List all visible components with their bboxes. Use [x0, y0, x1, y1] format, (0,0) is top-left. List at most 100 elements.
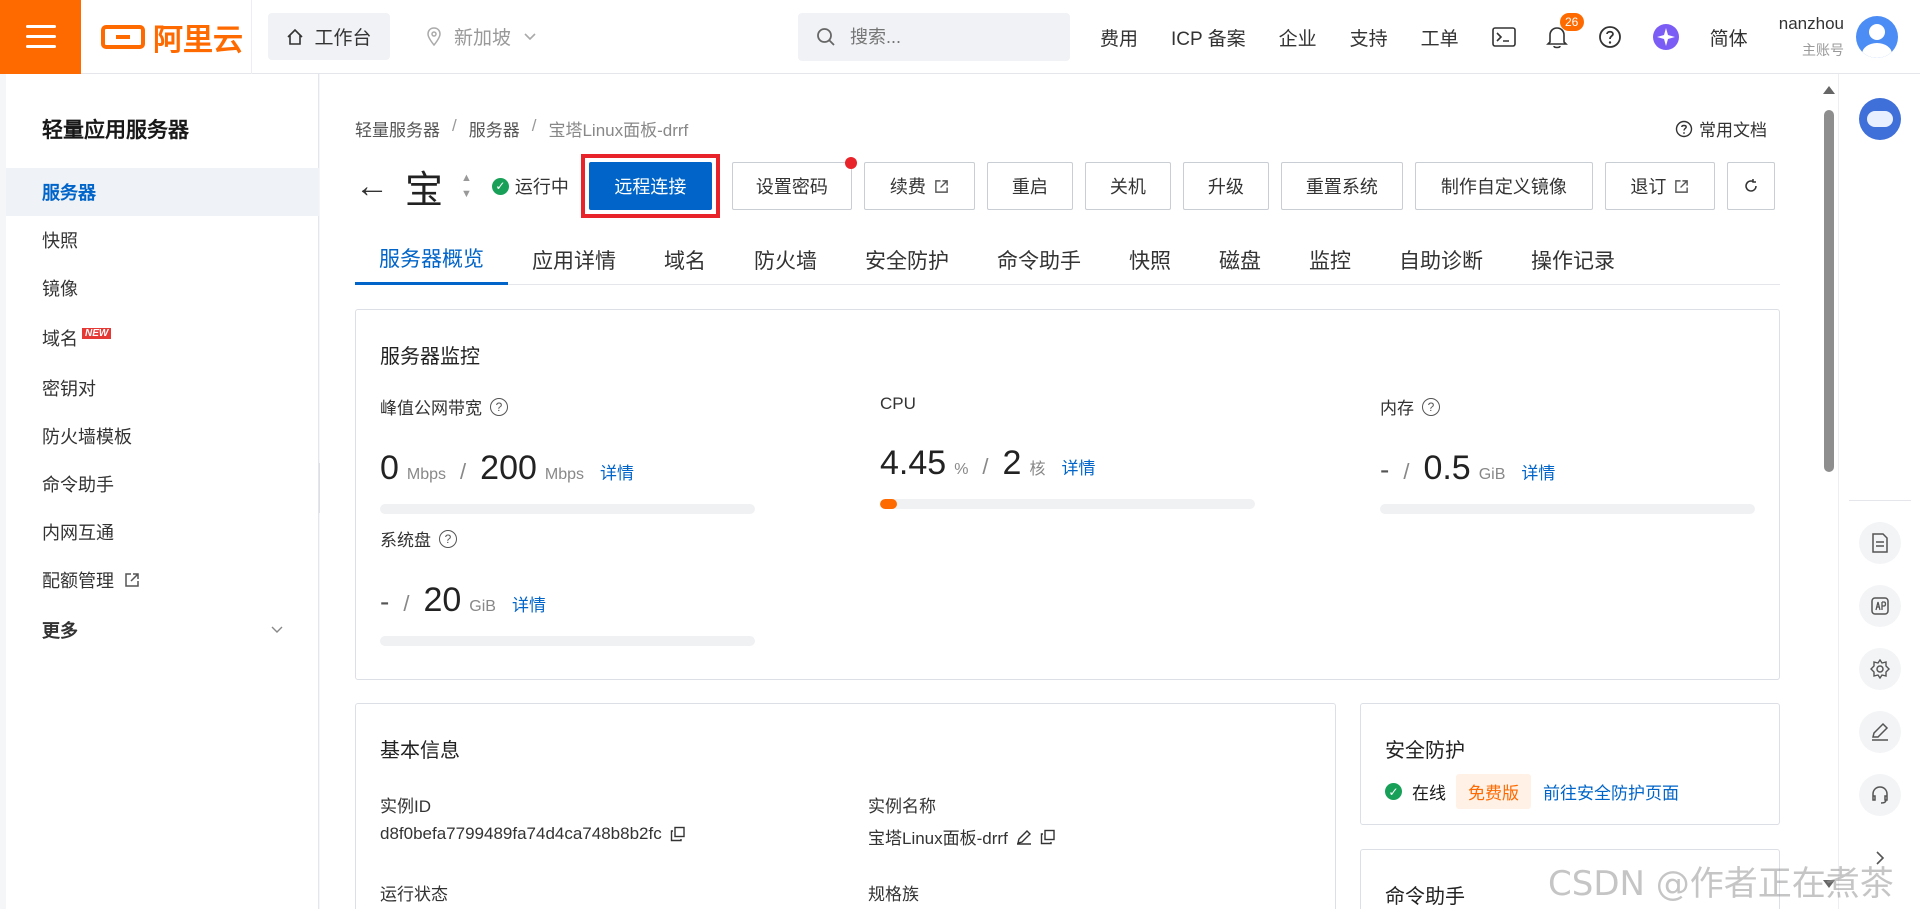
workbench-button[interactable]: 工作台 [268, 13, 390, 60]
breadcrumb-current: 宝塔Linux面板-drrf [548, 121, 689, 140]
help-button[interactable] [1598, 25, 1622, 49]
tab-app-details[interactable]: 应用详情 [508, 234, 640, 285]
chevron-down-icon[interactable]: ▼ [461, 188, 472, 200]
tab-operation-log[interactable]: 操作记录 [1507, 234, 1639, 285]
memory-details-link[interactable]: 详情 [1521, 459, 1555, 484]
reset-system-button[interactable]: 重置系统 [1280, 162, 1403, 210]
hamburger-menu-button[interactable] [0, 0, 81, 74]
headset-icon[interactable] [1859, 774, 1901, 816]
region-selector[interactable]: 新加坡 [426, 23, 537, 50]
sidebar-title: 轻量应用服务器 [42, 119, 189, 142]
sidebar-item-label: 内网互通 [42, 523, 114, 543]
main-content: 轻量服务器 / 服务器 / 宝塔Linux面板-drrf 常用文档 ← 宝 ▲ … [320, 74, 1820, 909]
status-text: 运行中 [514, 177, 569, 197]
tab-disks[interactable]: 磁盘 [1195, 234, 1285, 285]
tab-snapshots[interactable]: 快照 [1105, 234, 1195, 285]
instance-id-text: d8f0befa7799489fa74d4ca748b8b2fc [380, 824, 662, 843]
sidebar-item-quota[interactable]: 配额管理 [6, 556, 319, 604]
docs-link[interactable]: 常用文档 [1675, 116, 1767, 141]
disk-total-unit: GiB [469, 598, 496, 615]
chevron-down-icon [271, 626, 283, 633]
chevron-up-icon[interactable]: ▲ [461, 172, 472, 184]
tab-security[interactable]: 安全防护 [841, 234, 973, 285]
security-card: 安全防护 ✓ 在线 免费版 前往安全防护页面 [1360, 703, 1780, 825]
nav-support[interactable]: 支持 [1350, 24, 1388, 51]
tab-monitoring[interactable]: 监控 [1285, 234, 1375, 285]
sidebar-more[interactable]: 更多 [6, 606, 319, 654]
tab-overview[interactable]: 服务器概览 [355, 234, 508, 285]
help-circle-icon[interactable]: ? [439, 529, 457, 548]
tab-self-diagnosis[interactable]: 自助诊断 [1375, 234, 1507, 285]
gear-icon[interactable] [1859, 648, 1901, 690]
sidebar-item-keypairs[interactable]: 密钥对 [6, 364, 319, 412]
tab-domains[interactable]: 域名 [640, 234, 730, 285]
create-custom-image-button[interactable]: 制作自定义镜像 [1414, 162, 1593, 210]
sidebar-item-firewall-templates[interactable]: 防火墙模板 [6, 412, 319, 460]
set-password-button[interactable]: 设置密码 [731, 157, 857, 210]
refresh-icon [1745, 179, 1757, 192]
sidebar-item-intranet[interactable]: 内网互通 [6, 508, 319, 556]
avatar[interactable] [1856, 16, 1898, 58]
scroll-up-arrow[interactable] [1823, 86, 1835, 94]
nav-ticket[interactable]: 工单 [1421, 24, 1459, 51]
nav-enterprise[interactable]: 企业 [1279, 24, 1317, 51]
user-account[interactable]: nanzhou 主账号 [1770, 14, 1844, 60]
slash-separator: / [1403, 459, 1410, 484]
shutdown-button[interactable]: 关机 [1084, 162, 1171, 210]
security-status: 在线 [1412, 784, 1446, 803]
disk-details-link[interactable]: 详情 [512, 591, 546, 616]
document-icon[interactable] [1859, 522, 1901, 564]
help-circle-icon[interactable]: ? [490, 397, 508, 416]
ai-robot-assistant-icon[interactable] [1859, 98, 1901, 140]
divider [251, 0, 252, 74]
terminal-button[interactable] [1491, 27, 1516, 47]
notification-count-badge: 26 [1559, 13, 1584, 31]
instance-name-value: 宝塔Linux面板-drrf [868, 824, 1056, 849]
refresh-button[interactable] [1726, 162, 1775, 210]
remote-connect-button[interactable]: 远程连接 [588, 162, 712, 210]
refund-button[interactable]: 退订 [1604, 162, 1715, 210]
sidebar-item-snapshots[interactable]: 快照 [6, 216, 319, 264]
sidebar-more-label: 更多 [42, 621, 78, 641]
nav-fees[interactable]: 费用 [1100, 24, 1138, 51]
cpu-details-link[interactable]: 详情 [1061, 454, 1095, 479]
edit-icon[interactable] [1016, 829, 1032, 845]
sidebar-item-label: 命令助手 [42, 475, 114, 495]
scrollbar-thumb[interactable] [1824, 110, 1834, 472]
copy-icon[interactable] [670, 826, 686, 842]
language-switch[interactable]: 简体 [1710, 24, 1748, 51]
user-role: 主账号 [1802, 42, 1844, 58]
page-scrollbar[interactable] [1820, 74, 1838, 909]
instance-switcher[interactable]: ▲ ▼ [461, 172, 472, 200]
bandwidth-used-unit: Mbps [406, 466, 447, 483]
help-circle-icon[interactable]: ? [1422, 397, 1440, 416]
notification-button[interactable]: 26 [1545, 13, 1584, 49]
upgrade-button[interactable]: 升级 [1182, 162, 1269, 210]
location-pin-icon [427, 26, 441, 46]
back-arrow-icon[interactable]: ← [355, 167, 389, 206]
aliyun-logo[interactable]: 阿里云 [101, 15, 251, 59]
terminal-icon [1491, 27, 1516, 47]
sidebar-item-images[interactable]: 镜像 [6, 264, 319, 312]
ai-assistant-button[interactable] [1652, 23, 1680, 51]
tab-command-helper[interactable]: 命令助手 [973, 234, 1105, 285]
copy-icon[interactable] [1040, 829, 1056, 845]
sidebar-item-label: 配额管理 [42, 571, 114, 591]
security-page-link[interactable]: 前往安全防护页面 [1543, 779, 1679, 804]
breadcrumb-lightweight[interactable]: 轻量服务器 [355, 116, 440, 141]
search-input[interactable] [850, 26, 1050, 48]
breadcrumb-servers[interactable]: 服务器 [469, 116, 520, 141]
pen-icon[interactable] [1859, 711, 1901, 753]
sidebar-item-command-helper[interactable]: 命令助手 [6, 460, 319, 508]
renew-button[interactable]: 续费 [863, 162, 975, 210]
sidebar-item-servers[interactable]: 服务器 [6, 168, 319, 216]
bandwidth-details-link[interactable]: 详情 [600, 459, 634, 484]
api-icon[interactable] [1859, 585, 1901, 627]
restart-button[interactable]: 重启 [986, 162, 1073, 210]
search-box[interactable] [798, 13, 1070, 61]
nav-icp[interactable]: ICP 备案 [1171, 24, 1246, 51]
help-circle-icon [1598, 26, 1621, 48]
server-monitor-card: 服务器监控 峰值公网带宽? 0 Mbps / 200 Mbps 详情 CPU 4… [355, 309, 1780, 680]
tab-firewall[interactable]: 防火墙 [730, 234, 841, 285]
sidebar-item-domains[interactable]: 域名 NEW [6, 314, 319, 362]
